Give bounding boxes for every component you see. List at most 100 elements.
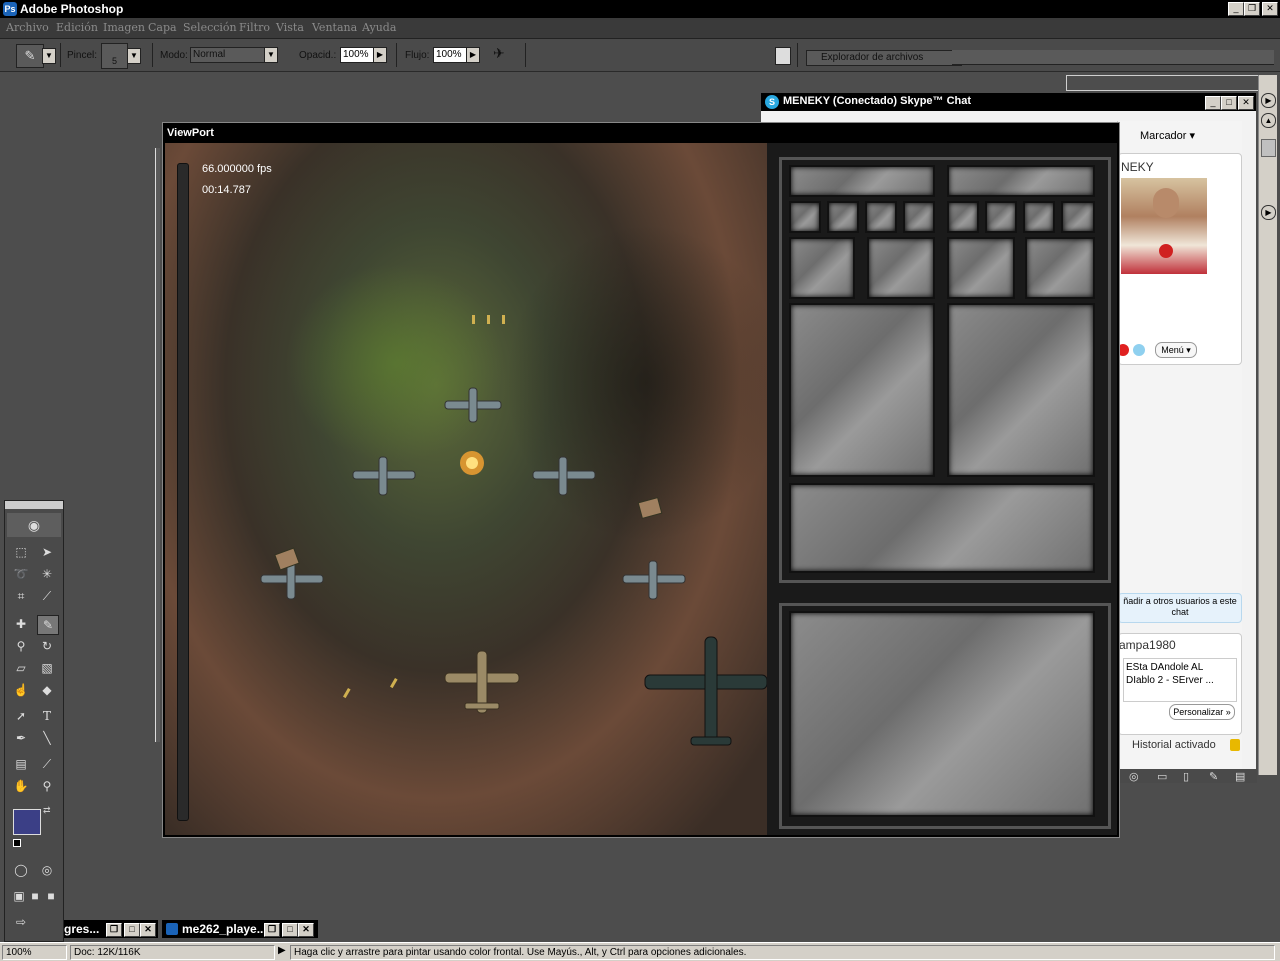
personalizar-button[interactable]: Personalizar » xyxy=(1169,704,1235,720)
opacidad-arrow-icon[interactable]: ▶ xyxy=(373,47,387,63)
maximize-icon[interactable]: □ xyxy=(124,923,140,937)
zoom-level[interactable]: 100% xyxy=(2,945,67,960)
document-icon[interactable]: ▯ xyxy=(1183,770,1189,783)
fullscreen-icon[interactable]: ■ xyxy=(41,887,61,905)
stamp-icon[interactable]: ⚲ xyxy=(11,637,31,655)
play-icon[interactable]: ▶ xyxy=(1261,93,1276,108)
standard-mode-icon[interactable]: ◯ xyxy=(11,861,31,879)
swap-colors-icon[interactable]: ⇄ xyxy=(43,805,51,816)
maximize-icon[interactable]: □ xyxy=(282,923,298,937)
marcador-menu[interactable]: Marcador ▾ xyxy=(1140,129,1195,142)
menu-vista[interactable]: Vista xyxy=(276,21,304,34)
lock-icon xyxy=(1230,739,1240,751)
eraser-icon[interactable]: ▱ xyxy=(11,659,31,677)
skype-maximize-icon[interactable]: □ xyxy=(1221,96,1237,110)
path-select-icon[interactable]: ➚ xyxy=(11,707,31,725)
tab-explorador[interactable]: Explorador de archivos xyxy=(806,50,962,66)
palette-well-icon[interactable] xyxy=(775,47,791,65)
close-icon[interactable]: ✕ xyxy=(1262,2,1278,16)
contact-name: NEKY xyxy=(1121,160,1154,174)
brush-size-dropdown-icon[interactable]: ▼ xyxy=(127,48,141,64)
new-snapshot-icon[interactable]: ◎ xyxy=(1129,770,1139,783)
enemy-planes xyxy=(260,387,686,600)
menu-imagen[interactable]: Imagen xyxy=(103,21,145,34)
add-users-button[interactable]: ñadir a otros usuarios a este chat xyxy=(1118,593,1242,623)
menu-capa[interactable]: Capa xyxy=(148,21,177,34)
brush-icon[interactable]: ✎ xyxy=(1209,770,1218,783)
doc-window-1[interactable]: gres... ❐ □ ✕ xyxy=(64,920,158,938)
default-colors-icon[interactable] xyxy=(13,839,21,847)
chat-icon[interactable] xyxy=(1133,344,1145,356)
game-scene[interactable]: 66.000000 fps 00:14.787 xyxy=(165,143,767,835)
menu-button[interactable]: Menú ▾ xyxy=(1155,342,1197,358)
viewport-title-text: ViewPort xyxy=(167,127,214,139)
menu-ventana[interactable]: Ventana xyxy=(312,21,357,34)
panel-tile xyxy=(947,237,1015,299)
brush-icon[interactable]: ✎ xyxy=(37,615,59,635)
crop-icon[interactable]: ⌗ xyxy=(11,587,31,605)
panel-tile xyxy=(789,237,855,299)
pen-icon[interactable]: ✒ xyxy=(11,729,31,747)
airbrush-icon[interactable]: ✈ xyxy=(493,45,513,65)
scroll-thumb[interactable] xyxy=(1261,139,1276,157)
gradient-icon[interactable]: ▧ xyxy=(37,659,57,677)
flujo-arrow-icon[interactable]: ▶ xyxy=(466,47,480,63)
close-icon[interactable]: ✕ xyxy=(140,923,156,937)
menu-edicion[interactable]: Edición xyxy=(56,21,98,34)
restore-icon[interactable]: ❐ xyxy=(264,923,280,937)
photoshop-logo-icon: Ps xyxy=(3,2,17,16)
up-arrow-icon[interactable]: ▲ xyxy=(1261,113,1276,128)
burn-icon[interactable]: ◆ xyxy=(37,681,57,699)
folder-icon[interactable]: ▭ xyxy=(1157,770,1167,783)
slice-icon[interactable]: ⟋ xyxy=(37,587,57,605)
right-scrollbar[interactable]: ▶ ▲ ▶ xyxy=(1258,75,1277,775)
flujo-input[interactable]: 100% xyxy=(433,47,467,63)
play-icon[interactable]: ▶ xyxy=(1261,205,1276,220)
hand-icon[interactable]: ✋ xyxy=(11,777,31,795)
notes-icon[interactable]: ▤ xyxy=(11,755,31,773)
eyedropper-icon[interactable]: ⟋ xyxy=(37,755,57,773)
heart-icon xyxy=(1159,244,1173,258)
panel-tile xyxy=(867,237,935,299)
panel-tile xyxy=(947,303,1095,477)
toolbox-header[interactable] xyxy=(5,501,63,509)
opacidad-input[interactable]: 100% xyxy=(340,47,374,63)
doc-window-2[interactable]: me262_playe... ❐ □ ✕ xyxy=(162,920,318,938)
restore-icon[interactable]: ❐ xyxy=(106,923,122,937)
magic-wand-icon[interactable]: ✳ xyxy=(37,565,57,583)
marquee-icon[interactable]: ⬚ xyxy=(11,543,31,561)
skype-minimize-icon[interactable]: _ xyxy=(1205,96,1221,110)
lasso-icon[interactable]: ➰ xyxy=(11,565,31,583)
minimize-icon[interactable]: _ xyxy=(1228,2,1244,16)
modo-dropdown-icon[interactable]: ▼ xyxy=(264,47,278,63)
line-icon[interactable]: ╲ xyxy=(37,729,57,747)
foreground-color-swatch[interactable] xyxy=(13,809,41,835)
status-menu-icon[interactable]: ▶ xyxy=(278,945,286,956)
close-icon[interactable]: ✕ xyxy=(298,923,314,937)
menu-archivo[interactable]: Archivo xyxy=(6,21,49,34)
move-icon[interactable]: ➤ xyxy=(37,543,57,561)
smudge-icon[interactable]: ☝ xyxy=(11,681,31,699)
trash-icon[interactable]: ▤ xyxy=(1235,770,1245,783)
brush-size-preview[interactable]: 5 xyxy=(101,43,128,69)
avatar-face xyxy=(1153,188,1179,218)
mood-user: ampa1980 xyxy=(1119,638,1176,652)
adobe-online-icon[interactable]: ◉ xyxy=(7,513,61,537)
zoom-icon[interactable]: ⚲ xyxy=(37,777,57,795)
chevron-down-icon[interactable]: ▼ xyxy=(42,48,56,64)
app-title: Adobe Photoshop xyxy=(20,2,124,16)
healing-icon[interactable]: ✚ xyxy=(11,615,31,633)
type-icon[interactable]: T xyxy=(37,707,57,725)
history-brush-icon[interactable]: ↻ xyxy=(37,637,57,655)
jump-to-imageready-icon[interactable]: ⇨ xyxy=(11,913,31,931)
menu-seleccion[interactable]: Selección xyxy=(183,21,237,34)
brush-preset-icon[interactable]: ✎ xyxy=(16,44,44,68)
skype-close-icon[interactable]: ✕ xyxy=(1238,96,1254,110)
quickmask-mode-icon[interactable]: ◎ xyxy=(37,861,57,879)
restore-icon[interactable]: ❐ xyxy=(1244,2,1260,16)
panel-tile xyxy=(789,303,935,477)
modo-select[interactable]: Normal xyxy=(190,47,266,63)
marcador-label: Marcador xyxy=(1140,130,1187,142)
menu-filtro[interactable]: Filtro xyxy=(239,21,270,34)
menu-ayuda[interactable]: Ayuda xyxy=(362,21,396,34)
